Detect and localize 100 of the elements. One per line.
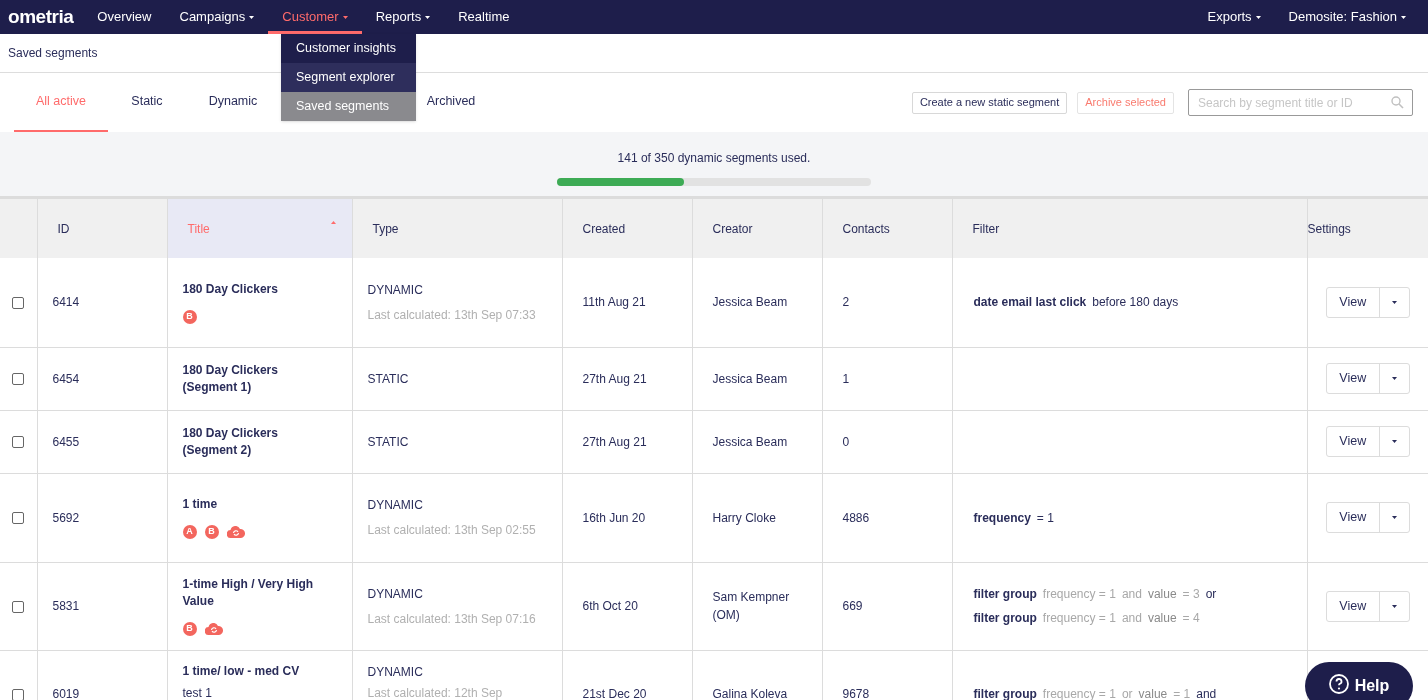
column-header[interactable]: Creator xyxy=(712,221,753,236)
filter-text: and xyxy=(1121,586,1142,603)
segment-type: STATIC xyxy=(367,433,410,451)
creator-name: Harry Cloke xyxy=(712,510,776,525)
id-cell: 5692 xyxy=(52,510,80,525)
menu-item[interactable]: Customer insights xyxy=(281,34,416,63)
column-header[interactable]: Type xyxy=(372,221,399,236)
id-cell: 6455 xyxy=(52,434,80,449)
filter-text: frequency = 1 xyxy=(1042,586,1116,603)
filter-text: = 3 xyxy=(1182,586,1200,603)
page-title: Saved segments xyxy=(8,45,98,62)
column-header[interactable]: Contacts xyxy=(842,221,890,236)
creator-name: Sam Kempner (OM) xyxy=(712,590,790,622)
cloud-sync-icon xyxy=(204,623,223,635)
filter-text: = 1 xyxy=(1036,509,1054,527)
caret-icon xyxy=(1391,377,1397,380)
checkbox[interactable] xyxy=(12,373,25,386)
filter-text: filter group xyxy=(973,586,1037,603)
segment-title[interactable]: 1-time High / Very High Value xyxy=(182,576,332,610)
last-calculated-text: Last calculated: 12th Sep xyxy=(367,684,504,700)
filter-text: value xyxy=(1147,586,1177,603)
caret-icon xyxy=(1391,300,1397,304)
created-date: 16th Jun 20 xyxy=(582,510,646,525)
created-date: 21st Dec 20 xyxy=(582,687,647,700)
checkbox[interactable] xyxy=(12,436,25,449)
id-cell: 5831 xyxy=(52,599,80,613)
filter-text: = 1 xyxy=(1173,686,1191,700)
create-segment-button[interactable]: Create a new static segment xyxy=(911,91,1068,114)
filter-text: and xyxy=(1196,686,1217,700)
contacts-count: 669 xyxy=(842,599,863,613)
letter-badge: B xyxy=(182,622,197,636)
creator-name: Jessica Beam xyxy=(712,434,788,449)
letter-badge: B xyxy=(182,309,197,324)
id-cell: 6019 xyxy=(52,687,80,700)
help-button[interactable]: Help xyxy=(1305,662,1413,700)
caret-icon xyxy=(1391,604,1397,608)
segment-title[interactable]: 1 time xyxy=(182,496,332,513)
creator-name: Jessica Beam xyxy=(712,371,788,386)
nav-link[interactable]: Reports xyxy=(361,0,445,34)
created-date: 27th Aug 21 xyxy=(582,434,647,449)
id-cell: 6454 xyxy=(52,371,80,386)
checkbox[interactable] xyxy=(12,297,25,310)
contacts-count: 9678 xyxy=(842,687,870,700)
last-calculated-text: Last calculated: 13th Sep 07:33 xyxy=(367,306,537,324)
segment-title[interactable]: 180 Day Clickers xyxy=(182,280,332,298)
last-calculated-text: Last calculated: 13th Sep 02:55 xyxy=(367,522,537,539)
segment-title[interactable]: 1 time/ low - med CV xyxy=(182,662,332,680)
filter-text: filter group xyxy=(973,686,1037,700)
filter-text: frequency = 1 xyxy=(1042,610,1116,627)
column-header[interactable]: Created xyxy=(582,221,626,236)
nav-link[interactable]: Campaigns xyxy=(165,0,269,34)
created-date: 27th Aug 21 xyxy=(582,371,647,386)
column-header[interactable]: Filter xyxy=(972,221,1000,236)
checkbox[interactable] xyxy=(12,688,25,700)
nav-link[interactable]: Demosite: Fashion xyxy=(1274,0,1420,34)
logo[interactable]: ometria xyxy=(0,0,82,34)
contacts-count: 2 xyxy=(842,295,850,310)
segment-type: DYNAMIC xyxy=(367,663,424,681)
filter-text: value xyxy=(1147,610,1177,627)
menu-item[interactable]: Segment explorer xyxy=(281,63,416,92)
created-date: 6th Oct 20 xyxy=(582,599,638,613)
filter-text: date email last click xyxy=(973,294,1087,312)
filter-text: or xyxy=(1121,686,1133,700)
caret-icon xyxy=(1391,440,1397,443)
contacts-count: 4886 xyxy=(842,510,870,525)
contacts-count: 1 xyxy=(842,371,850,386)
filter-text: = 4 xyxy=(1182,610,1200,627)
contacts-count: 0 xyxy=(842,434,850,449)
nav-link[interactable]: Exports xyxy=(1193,0,1275,34)
column-header[interactable]: ID xyxy=(57,221,70,236)
segment-type: STATIC xyxy=(367,370,410,388)
tab[interactable]: Archived xyxy=(421,73,481,132)
filter-text: value xyxy=(1138,686,1168,700)
letter-badge: A xyxy=(182,525,197,539)
segment-type: DYNAMIC xyxy=(367,585,424,603)
nav-link[interactable]: Realtime xyxy=(444,0,524,34)
created-date: 11th Aug 21 xyxy=(582,295,646,310)
segment-type: DYNAMIC xyxy=(367,497,424,514)
segment-title[interactable]: 180 Day Clickers (Segment 1) xyxy=(182,361,332,396)
filter-text: before 180 days xyxy=(1092,294,1179,312)
checkbox[interactable] xyxy=(12,600,25,613)
segment-title[interactable]: 180 Day Clickers (Segment 2) xyxy=(182,424,332,459)
nav-link[interactable]: Overview xyxy=(83,0,166,34)
segment-subtitle: test 1 xyxy=(182,684,213,700)
filter-text: and xyxy=(1121,610,1142,627)
column-header[interactable]: Settings xyxy=(1307,221,1351,236)
help-icon xyxy=(1328,674,1349,694)
caret-icon xyxy=(1391,516,1397,519)
creator-name: Jessica Beam xyxy=(712,295,788,310)
creator-name: Galina Koleva xyxy=(712,687,788,700)
id-cell: 6414 xyxy=(52,295,80,310)
tab[interactable]: Static xyxy=(108,73,186,132)
checkbox[interactable] xyxy=(12,512,25,525)
tab[interactable]: Dynamic xyxy=(186,73,280,132)
filter-text: frequency xyxy=(973,509,1031,527)
letter-badge: B xyxy=(204,525,219,539)
segment-type: DYNAMIC xyxy=(367,281,424,299)
search-icon xyxy=(1391,96,1404,109)
filter-text: filter group xyxy=(973,610,1037,627)
cloud-sync-icon xyxy=(226,526,245,538)
